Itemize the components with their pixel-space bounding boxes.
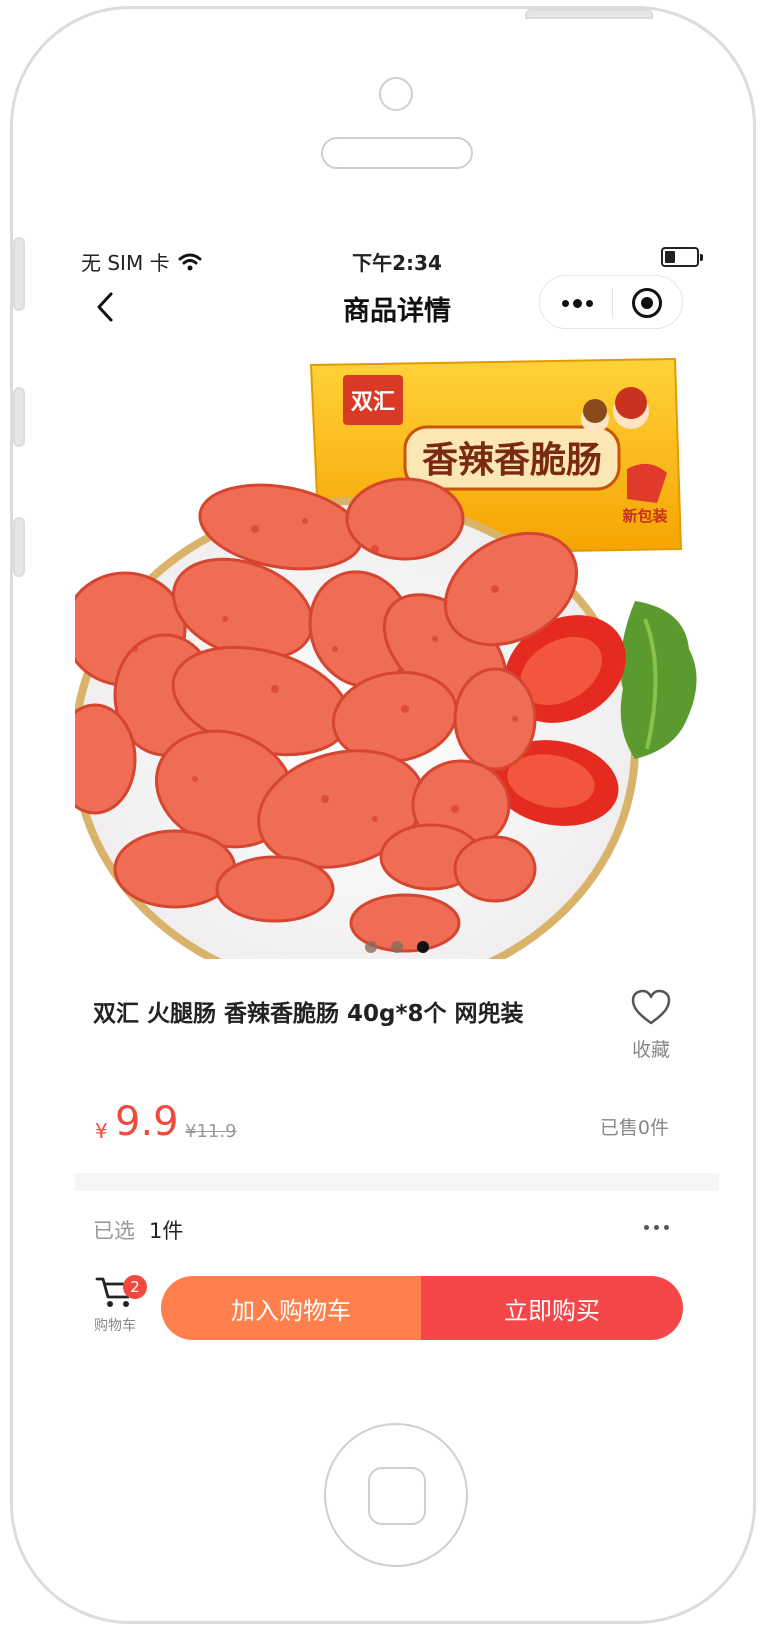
product-gallery[interactable]: 双汇 香辣香脆肠 新包装 xyxy=(75,349,719,959)
phone-frame: 无 SIM 卡 下午2:34 商品详情 双汇 香辣香脆肠 新包装 双汇 火腿肠 … xyxy=(10,6,756,1624)
cart-label: 购物车 xyxy=(94,1318,136,1334)
current-price: 9.9 xyxy=(115,1099,179,1145)
silent-switch xyxy=(13,237,25,311)
favorite-button[interactable]: 收藏 xyxy=(623,989,679,1062)
product-title-row: 双汇 火腿肠 香辣香脆肠 40g*8个 网兜装 收藏 xyxy=(75,989,719,1079)
add-to-cart-button[interactable]: 加入购物车 xyxy=(161,1276,421,1340)
spec-selector[interactable]: 已选 1件 xyxy=(75,1191,719,1261)
home-button[interactable] xyxy=(324,1423,468,1567)
gallery-indicator xyxy=(75,941,719,953)
cart-badge: 2 xyxy=(123,1275,147,1299)
volume-down-button xyxy=(13,517,25,577)
screen: 无 SIM 卡 下午2:34 商品详情 双汇 香辣香脆肠 新包装 双汇 火腿肠 … xyxy=(75,237,719,1397)
status-time: 下午2:34 xyxy=(352,251,442,275)
battery-icon xyxy=(661,247,703,267)
bottom-action-bar: 2 购物车 加入购物车 立即购买 xyxy=(75,1269,719,1359)
more-icon xyxy=(644,1225,669,1230)
close-miniprogram-icon[interactable] xyxy=(632,288,662,318)
section-divider xyxy=(75,1173,719,1191)
heart-icon xyxy=(631,989,671,1025)
spec-value: 1件 xyxy=(149,1219,184,1243)
earpiece-speaker xyxy=(321,137,473,169)
price-row: ¥ 9.9 ¥11.9 已售0件 xyxy=(75,1099,719,1159)
spec-label: 已选 xyxy=(93,1219,135,1243)
gallery-dot-active xyxy=(417,941,429,953)
nav-bar: 商品详情 xyxy=(75,275,719,339)
gallery-dot xyxy=(365,941,377,953)
front-camera xyxy=(379,77,413,111)
cart-button[interactable]: 2 购物车 xyxy=(87,1275,147,1335)
buy-now-button[interactable]: 立即购买 xyxy=(421,1276,683,1340)
favorite-label: 收藏 xyxy=(631,1039,670,1061)
package-tag: 新包装 xyxy=(622,507,668,525)
original-price: ¥11.9 xyxy=(185,1121,237,1142)
miniprogram-capsule xyxy=(539,275,683,329)
volume-up-button xyxy=(13,387,25,447)
product-title: 双汇 火腿肠 香辣香脆肠 40g*8个 网兜装 xyxy=(93,1001,524,1027)
power-button xyxy=(525,9,653,19)
package-brand: 双汇 xyxy=(351,390,395,415)
gallery-dot xyxy=(391,941,403,953)
more-button[interactable] xyxy=(556,284,598,322)
sold-count: 已售0件 xyxy=(599,1117,669,1139)
currency-symbol: ¥ xyxy=(95,1119,108,1143)
product-image: 双汇 香辣香脆肠 新包装 xyxy=(75,357,697,959)
package-name: 香辣香脆肠 xyxy=(422,439,602,481)
